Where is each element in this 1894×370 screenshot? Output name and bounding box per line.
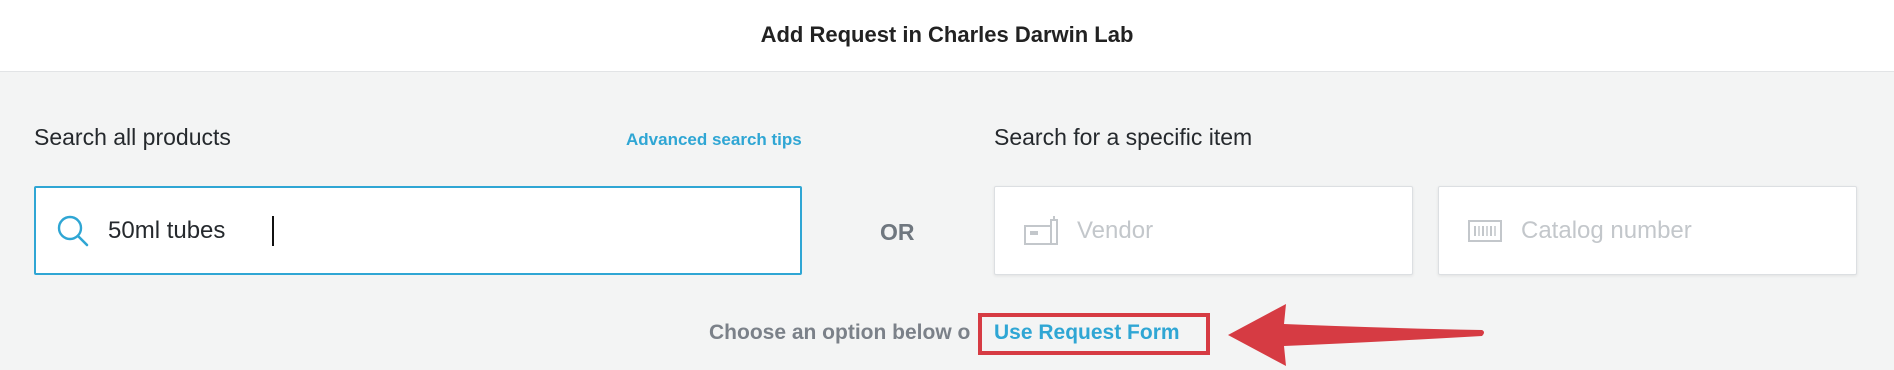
page-title: Add Request in Charles Darwin Lab xyxy=(760,22,1134,47)
product-search-box[interactable] xyxy=(34,186,802,275)
barcode-icon xyxy=(1468,220,1502,242)
vendor-building-icon xyxy=(1024,216,1058,245)
vendor-input[interactable] xyxy=(1077,187,1397,274)
catalog-number-field[interactable] xyxy=(1438,186,1857,275)
vendor-field[interactable] xyxy=(994,186,1413,275)
catalog-number-input[interactable] xyxy=(1521,187,1841,274)
page-header: Add Request in Charles Darwin Lab xyxy=(0,0,1894,72)
search-icon xyxy=(57,215,89,247)
or-divider-label: OR xyxy=(880,219,915,245)
use-request-form-link[interactable]: Use Request Form xyxy=(994,321,1180,345)
text-cursor xyxy=(272,216,274,246)
annotation-arrow-icon xyxy=(1228,304,1484,366)
product-search-input[interactable] xyxy=(108,188,788,273)
specific-item-label: Search for a specific item xyxy=(994,124,1253,150)
choose-option-text: Choose an option below o xyxy=(709,321,971,344)
advanced-search-tips-link[interactable]: Advanced search tips xyxy=(626,130,802,150)
search-all-label: Search all products xyxy=(34,124,231,150)
